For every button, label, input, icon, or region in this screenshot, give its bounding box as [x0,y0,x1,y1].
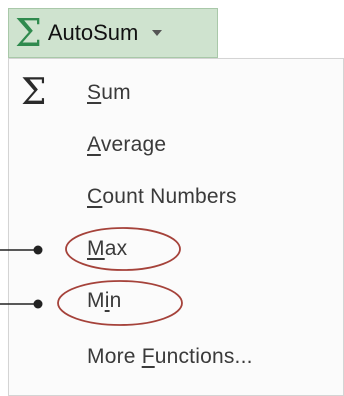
menu-item-label: Sum [87,81,131,104]
sigma-icon: Σ [15,11,42,55]
menu-item-average[interactable]: Average [9,121,343,169]
menu-item-label: Average [87,133,167,156]
dropdown-arrow-icon[interactable] [152,30,163,36]
menu-item-label: Min [87,289,122,312]
menu-item-sum[interactable]: Σ Sum [9,69,343,117]
menu-item-more-functions[interactable]: More Functions... [9,333,343,381]
menu-item-count-numbers[interactable]: Count Numbers [9,173,343,221]
menu-item-label: Max [87,237,128,260]
sigma-icon: Σ [21,72,47,113]
menu-item-label: Count Numbers [87,185,237,208]
autosum-button[interactable]: Σ AutoSum [8,8,218,58]
menu-item-min[interactable]: Min [9,277,343,325]
menu-item-max[interactable]: Max [9,225,343,273]
autosum-label: AutoSum [47,20,139,45]
menu-item-label: More Functions... [87,345,253,368]
autosum-dropdown-menu: Σ Sum Average Count Numbers Max Min More… [8,58,344,396]
